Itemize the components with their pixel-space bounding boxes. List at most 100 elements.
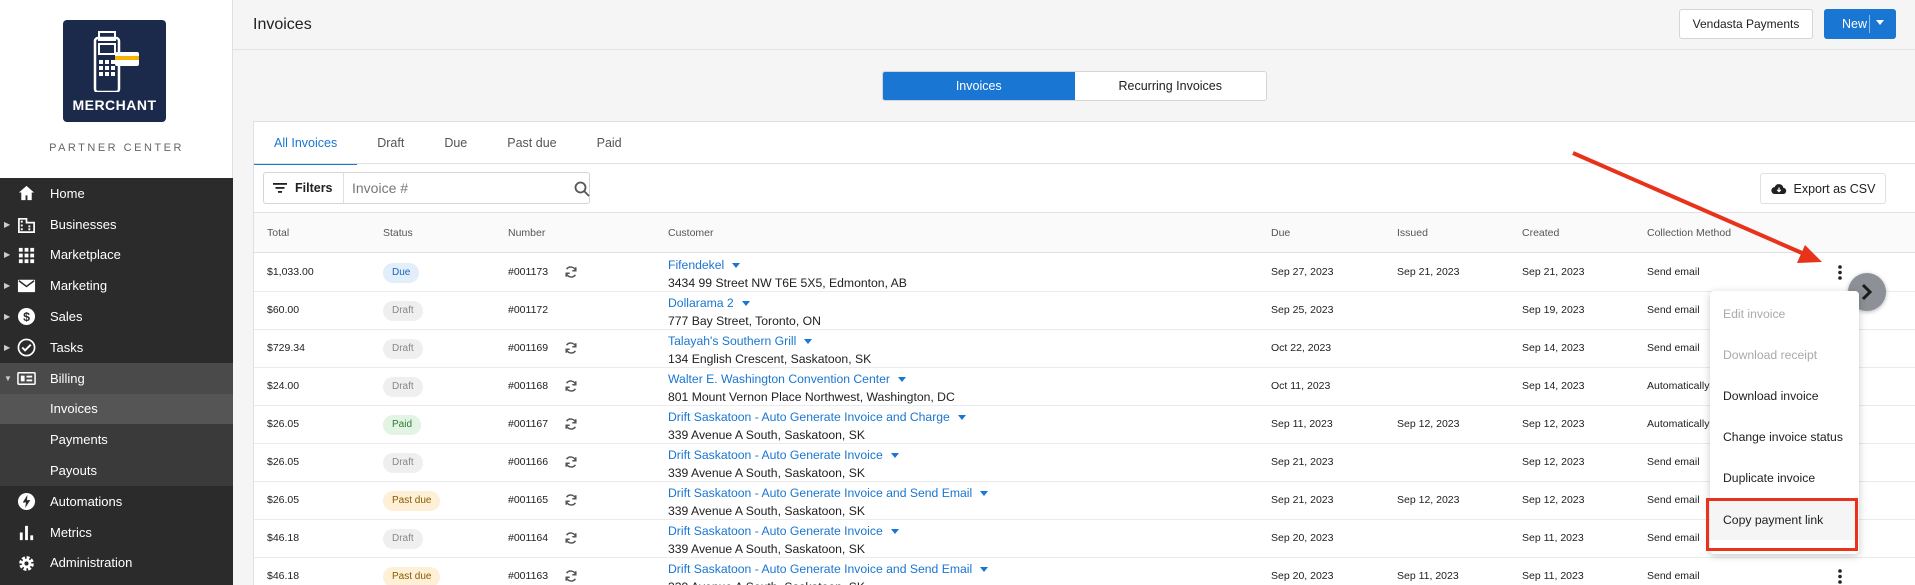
billing-icon — [17, 371, 36, 385]
table-row[interactable]: $26.05 Past due #001165 Drift Saskatoon - A… — [254, 482, 1915, 520]
new-button[interactable]: New — [1824, 9, 1896, 39]
tab-all-invoices[interactable]: All Invoices — [254, 122, 358, 165]
sidebar-item-billing[interactable]: ▼ Billing — [0, 362, 233, 394]
column-header-status[interactable]: Status — [383, 227, 413, 239]
due-date: Sep 20, 2023 — [1271, 532, 1334, 544]
sidebar-item-tasks[interactable]: ▶ Tasks — [0, 332, 233, 363]
invoice-search-input[interactable] — [352, 178, 552, 198]
more-vert-icon[interactable] — [1838, 265, 1842, 285]
invoice-number[interactable]: #001164 — [508, 532, 548, 544]
table-row[interactable]: $26.05 Draft #001166 Drift Saskatoon - Auto… — [254, 444, 1915, 482]
customer-address: 339 Avenue A South, Saskatoon, SK — [668, 578, 988, 585]
column-header-created[interactable]: Created — [1522, 227, 1559, 239]
column-header-total[interactable]: Total — [267, 227, 289, 239]
page-title: Invoices — [253, 16, 312, 33]
chevron-right-icon — [1861, 283, 1873, 301]
sidebar-item-marketing[interactable]: ▶ Marketing — [0, 270, 233, 301]
menu-item-change-invoice-status[interactable]: Change invoice status — [1710, 416, 1859, 457]
sidebar-item-metrics[interactable]: Metrics — [0, 517, 233, 548]
invoice-number[interactable]: #001165 — [508, 494, 548, 506]
customer-name-link[interactable]: Dollarama 2 — [668, 294, 821, 312]
sidebar-item-home[interactable]: Home — [0, 178, 233, 209]
invoice-total: $26.05 — [267, 418, 300, 430]
customer-address: 339 Avenue A South, Saskatoon, SK — [668, 504, 865, 518]
recurring-sync-icon — [564, 341, 578, 360]
column-header-due[interactable]: Due — [1271, 227, 1290, 239]
customer-address: 134 English Crescent, Saskatoon, SK — [668, 352, 872, 366]
tab-past-due[interactable]: Past due — [487, 122, 576, 164]
recurring-sync-icon — [564, 531, 578, 550]
customer-name-link[interactable]: Drift Saskatoon - Auto Generate Invoice — [668, 446, 899, 464]
customer-name-link[interactable]: Fifendekel — [668, 256, 907, 274]
home-icon — [18, 185, 35, 201]
caret-down-icon: ▼ — [4, 373, 12, 383]
created-date: Sep 14, 2023 — [1522, 342, 1585, 354]
sidebar-item-invoices[interactable]: Invoices — [0, 393, 233, 425]
vendasta-payments-button[interactable]: Vendasta Payments — [1679, 9, 1813, 39]
customer-name: Walter E. Washington Convention Center — [668, 372, 890, 386]
caret-down-icon — [890, 529, 899, 535]
sidebar-item-sales[interactable]: ▶ $ Sales — [0, 301, 233, 332]
menu-item-download-invoice[interactable]: Download invoice — [1710, 375, 1859, 416]
issued-date: Sep 11, 2023 — [1397, 570, 1459, 582]
invoice-number[interactable]: #001167 — [508, 418, 548, 430]
tab-draft[interactable]: Draft — [357, 122, 424, 164]
customer-name-link[interactable]: Walter E. Washington Convention Center — [668, 370, 955, 388]
invoice-number[interactable]: #001163 — [508, 570, 548, 582]
customer-name-link[interactable]: Drift Saskatoon - Auto Generate Invoice … — [668, 484, 989, 502]
sidebar-item-payments[interactable]: Payments — [0, 424, 233, 456]
created-date: Sep 12, 2023 — [1522, 456, 1585, 468]
sidebar-item-marketplace[interactable]: ▶ Marketplace — [0, 240, 233, 271]
customer-name-link[interactable]: Drift Saskatoon - Auto Generate Invoice … — [668, 408, 966, 426]
export-csv-button[interactable]: Export as CSV — [1760, 173, 1886, 204]
tab-paid[interactable]: Paid — [577, 122, 642, 164]
cloud-download-icon — [1770, 183, 1786, 194]
gear-icon — [19, 555, 34, 571]
table-row[interactable]: $46.18 Past due #001163 Drift Saskatoon - A… — [254, 558, 1915, 585]
table-row[interactable]: $60.00 Draft #001172 Dollarama 2 777 Bay Str… — [254, 292, 1915, 330]
column-header-issued[interactable]: Issued — [1397, 227, 1428, 239]
due-date: Sep 20, 2023 — [1271, 570, 1334, 582]
invoice-number[interactable]: #001172 — [508, 304, 548, 316]
sidebar-item-payouts[interactable]: Payouts — [0, 455, 233, 486]
table-row[interactable]: $729.34 Draft #001169 Talayah's Southern Gr… — [254, 330, 1915, 368]
sidebar-item-label: Administration — [50, 555, 133, 571]
tab-due[interactable]: Due — [424, 122, 487, 164]
collection-method: Send email — [1647, 570, 1700, 582]
toggle-invoices[interactable]: Invoices — [883, 72, 1075, 100]
menu-item-duplicate-invoice[interactable]: Duplicate invoice — [1710, 457, 1859, 498]
sidebar-item-businesses[interactable]: ▶ Businesses — [0, 209, 233, 240]
toggle-recurring-invoices[interactable]: Recurring Invoices — [1075, 72, 1267, 100]
caret-down-icon — [741, 301, 750, 307]
customer-name: Talayah's Southern Grill — [668, 334, 797, 348]
invoice-number[interactable]: #001166 — [508, 456, 548, 468]
invoice-number[interactable]: #001169 — [508, 342, 548, 354]
customer-cell: Drift Saskatoon - Auto Generate Invoice 3… — [668, 522, 899, 558]
table-row[interactable]: $1,033.00 Due #001173 Fifendekel 3434 99 Str… — [254, 254, 1915, 292]
column-header-customer[interactable]: Customer — [668, 227, 714, 239]
customer-name-link[interactable]: Drift Saskatoon - Auto Generate Invoice — [668, 522, 899, 540]
customer-name-link[interactable]: Drift Saskatoon - Auto Generate Invoice … — [668, 560, 989, 578]
customer-name-link[interactable]: Talayah's Southern Grill — [668, 332, 871, 350]
more-vert-icon[interactable] — [1838, 569, 1842, 585]
search-icon[interactable] — [574, 181, 590, 197]
table-row[interactable]: $26.05 Paid #001167 Drift Saskatoon - Auto … — [254, 406, 1915, 444]
sidebar-item-automations[interactable]: Automations — [0, 486, 233, 517]
table-row[interactable]: $24.00 Draft #001168 Walter E. Washington C… — [254, 368, 1915, 406]
invoice-number[interactable]: #001168 — [508, 380, 548, 392]
table-row[interactable]: $46.18 Draft #001164 Drift Saskatoon - Auto… — [254, 520, 1915, 558]
status-tabs: All Invoices Draft Due Past due Paid — [254, 122, 642, 165]
customer-cell: Drift Saskatoon - Auto Generate Invoice … — [668, 408, 966, 444]
column-header-collection-method[interactable]: Collection Method — [1647, 227, 1731, 239]
caret-right-icon: ▶ — [4, 219, 11, 229]
sidebar-item-administration[interactable]: Administration — [0, 548, 233, 579]
column-header-number[interactable]: Number — [508, 227, 545, 239]
due-date: Sep 21, 2023 — [1271, 494, 1334, 506]
filters-button[interactable]: Filters — [264, 173, 344, 203]
invoice-total: $46.18 — [267, 532, 300, 544]
invoice-number[interactable]: #001173 — [508, 266, 548, 278]
mail-icon — [17, 280, 36, 293]
merchant-logo[interactable]: MERCHANT — [63, 20, 166, 122]
recurring-sync-icon — [564, 417, 578, 436]
invoice-total: $24.00 — [267, 380, 300, 392]
